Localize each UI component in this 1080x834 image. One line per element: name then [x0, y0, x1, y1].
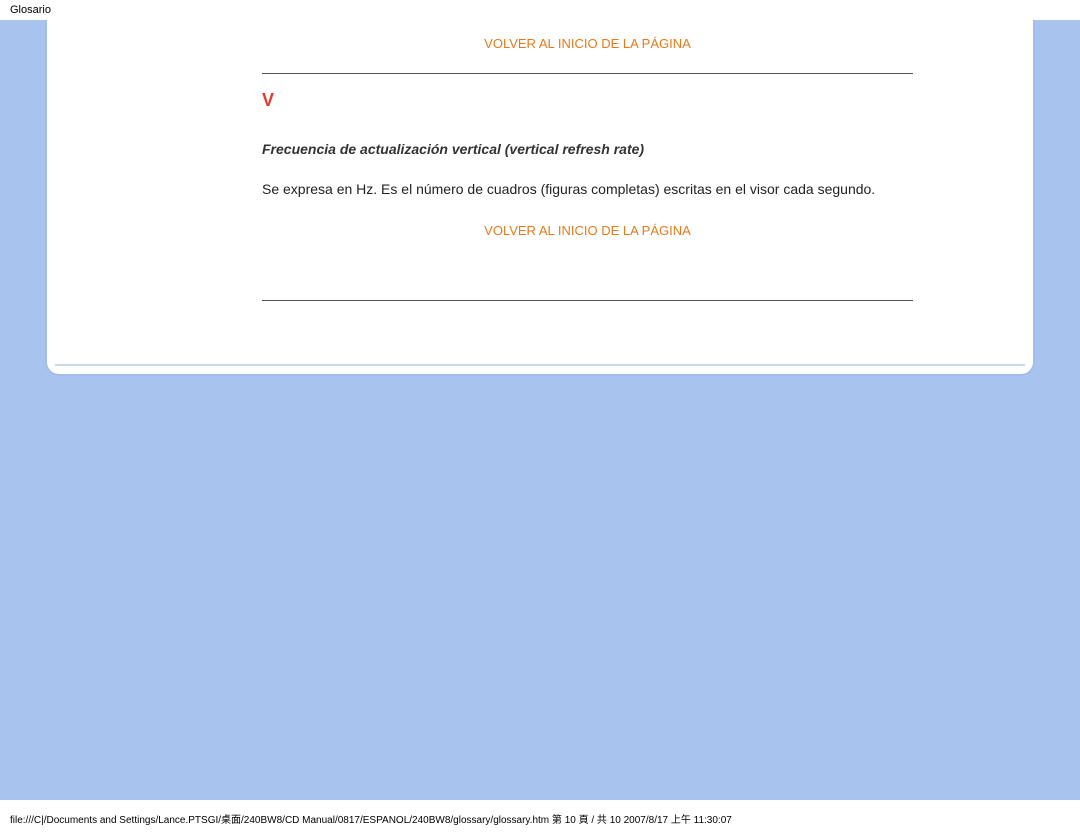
- footer-path: file:///C|/Documents and Settings/Lance.…: [10, 811, 732, 826]
- page-header-title: Glosario: [10, 4, 51, 16]
- background-area: VOLVER AL INICIO DE LA PÁGINA V Frecuenc…: [0, 20, 1080, 800]
- back-to-top-link-1[interactable]: VOLVER AL INICIO DE LA PÁGINA: [262, 36, 913, 51]
- panel-bottom-separator: [55, 364, 1025, 366]
- content-panel: VOLVER AL INICIO DE LA PÁGINA V Frecuenc…: [45, 20, 1035, 376]
- divider-2: [262, 300, 913, 301]
- term-body: Se expresa en Hz. Es el número de cuadro…: [262, 181, 913, 197]
- term-title: Frecuencia de actualización vertical (ve…: [262, 141, 913, 157]
- back-to-top-link-2[interactable]: VOLVER AL INICIO DE LA PÁGINA: [262, 223, 913, 238]
- content-pane: VOLVER AL INICIO DE LA PÁGINA V Frecuenc…: [262, 20, 913, 317]
- divider-1: [262, 73, 913, 74]
- section-letter-v: V: [262, 90, 913, 111]
